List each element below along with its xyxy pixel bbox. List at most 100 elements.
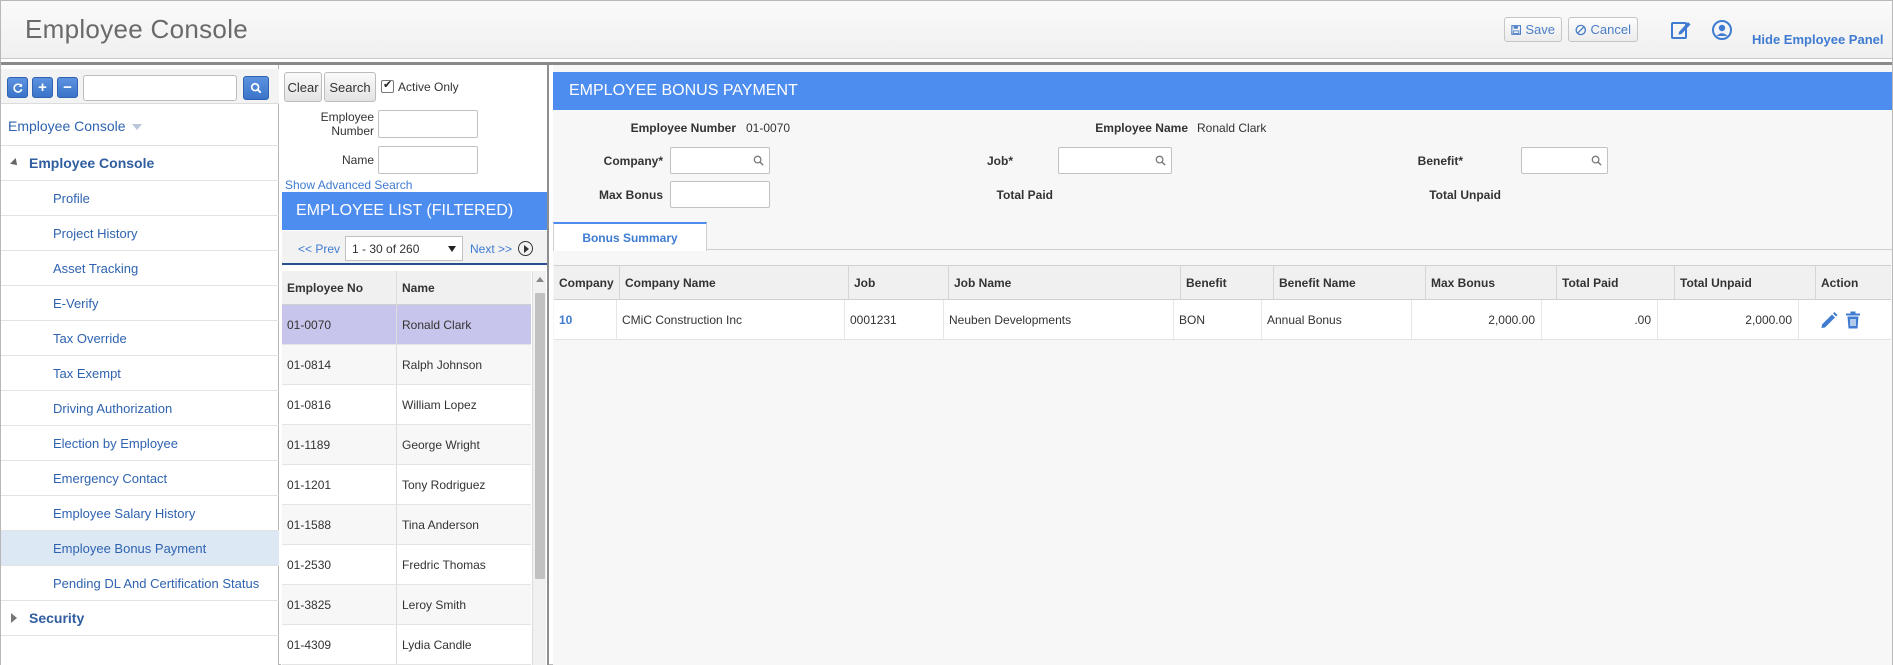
scroll-up-arrow-icon[interactable] [536, 277, 544, 282]
tree-item-employee-bonus-payment[interactable]: Employee Bonus Payment [1, 531, 279, 566]
cancel-button[interactable]: Cancel [1568, 17, 1638, 42]
expand-all-icon[interactable]: + [32, 77, 53, 98]
prev-page-link[interactable]: << Prev [298, 242, 340, 256]
tree-item-employee-salary-history[interactable]: Employee Salary History [1, 496, 279, 531]
refresh-icon[interactable] [7, 77, 28, 98]
name-input[interactable] [378, 146, 478, 174]
cancel-icon [1575, 24, 1587, 35]
company-cell[interactable]: 10 [554, 300, 617, 339]
benefit-name-cell: Annual Bonus [1262, 300, 1412, 339]
user-account-icon[interactable] [1710, 18, 1734, 42]
dropdown-arrow-icon [448, 246, 456, 252]
column-header-company[interactable]: Company [554, 266, 620, 299]
employee-table: Employee No Name 01-0070 Ronald Clark 01-… [282, 271, 531, 665]
column-header-name[interactable]: Name [397, 271, 531, 304]
tree-group-employee-console[interactable]: Employee Console [1, 146, 279, 181]
edit-icon[interactable] [1669, 18, 1693, 42]
employee-name-cell: George Wright [402, 437, 480, 452]
employee-no-cell: 01-0814 [282, 345, 397, 384]
table-row[interactable]: 10 CMiC Construction Inc 0001231 Neuben … [554, 300, 1891, 340]
page-range-value: 1 - 30 of 260 [352, 241, 420, 256]
column-header-max-bonus[interactable]: Max Bonus [1426, 266, 1557, 299]
search-icon[interactable] [753, 155, 764, 166]
table-row[interactable]: 01-0816 William Lopez [282, 385, 531, 425]
next-page-link[interactable]: Next >> [470, 242, 512, 256]
column-header-benefit[interactable]: Benefit [1181, 266, 1274, 299]
tree-item-label: Project History [53, 225, 138, 241]
navigation-panel: + − Employee Console Employee Console Pr… [1, 65, 279, 665]
tree-item-asset-tracking[interactable]: Asset Tracking [1, 251, 279, 286]
pencil-icon[interactable] [1819, 310, 1839, 330]
tree-toolbar: + − [1, 69, 279, 104]
table-row[interactable]: 01-2530 Fredric Thomas [282, 545, 531, 585]
column-header-benefit-name[interactable]: Benefit Name [1274, 266, 1426, 299]
tree-item-pending-dl-certification[interactable]: Pending DL And Certification Status [1, 566, 279, 601]
clear-button[interactable]: Clear [284, 72, 322, 102]
benefit-input[interactable] [1521, 147, 1608, 174]
search-icon[interactable] [1155, 155, 1166, 166]
tree-item-project-history[interactable]: Project History [1, 216, 279, 251]
save-button-label: Save [1525, 22, 1555, 37]
go-arrow-icon[interactable] [518, 241, 533, 256]
column-header-action: Action [1821, 275, 1859, 290]
save-button[interactable]: Save [1504, 17, 1562, 42]
table-row[interactable]: 01-4309 Lydia Candle [282, 625, 531, 665]
company-name-cell: CMiC Construction Inc [617, 300, 845, 339]
column-header-job[interactable]: Job [849, 266, 949, 299]
scrollbar-thumb[interactable] [535, 293, 545, 579]
column-header-job-name[interactable]: Job Name [949, 266, 1181, 299]
employee-list-scrollbar[interactable] [532, 271, 546, 665]
column-header-employee-no[interactable]: Employee No [282, 271, 397, 304]
search-icon[interactable] [1591, 155, 1602, 166]
tree-search-input[interactable] [83, 75, 237, 101]
tree-item-e-verify[interactable]: E-Verify [1, 286, 279, 321]
app-window: Employee Console Save Cancel Hide Employ… [0, 0, 1893, 665]
column-header-total-paid[interactable]: Total Paid [1557, 266, 1675, 299]
employee-number-input[interactable] [378, 110, 478, 138]
tree-item-label: Driving Authorization [53, 400, 173, 416]
show-advanced-search-link[interactable]: Show Advanced Search [285, 178, 412, 192]
page-range-select[interactable]: 1 - 30 of 260 [345, 236, 463, 261]
tree-item-emergency-contact[interactable]: Emergency Contact [1, 461, 279, 496]
table-row[interactable]: 01-1201 Tony Rodriguez [282, 465, 531, 505]
company-input[interactable] [670, 147, 770, 174]
employee-no-cell: 01-1201 [282, 465, 397, 504]
column-header-total-unpaid[interactable]: Total Unpaid [1675, 266, 1816, 299]
collapse-all-icon[interactable]: − [57, 77, 78, 98]
tree-item-driving-authorization[interactable]: Driving Authorization [1, 391, 279, 426]
tree-item-tax-override[interactable]: Tax Override [1, 321, 279, 356]
tree-item-profile[interactable]: Profile [1, 181, 279, 216]
tree-search-button[interactable] [243, 76, 269, 100]
tree-item-label: Tax Exempt [53, 365, 121, 381]
table-row[interactable]: 01-0814 Ralph Johnson [282, 345, 531, 385]
active-only-checkbox[interactable] [381, 78, 394, 93]
table-row[interactable]: 01-1588 Tina Anderson [282, 505, 531, 545]
tab-bonus-summary[interactable]: Bonus Summary [553, 222, 707, 251]
tree-item-tax-exempt[interactable]: Tax Exempt [1, 356, 279, 391]
search-button[interactable]: Search [324, 72, 376, 102]
employee-name-cell: Ralph Johnson [402, 357, 483, 372]
table-row[interactable]: 01-1189 George Wright [282, 425, 531, 465]
employee-no-cell: 01-1588 [282, 505, 397, 544]
table-row[interactable]: 01-3825 Leroy Smith [282, 585, 531, 625]
tree-group-security[interactable]: Security [1, 601, 279, 636]
column-header-company-name[interactable]: Company Name [620, 266, 849, 299]
name-label: Name [341, 153, 374, 167]
table-row[interactable]: 01-0070 Ronald Clark [282, 305, 531, 345]
employee-name-cell: William Lopez [402, 397, 477, 412]
hide-employee-panel-link[interactable]: Hide Employee Panel [1752, 32, 1884, 47]
job-input[interactable] [1058, 147, 1172, 174]
max-bonus-input[interactable] [670, 181, 770, 208]
employee-no-cell: 01-0816 [282, 385, 397, 424]
collapsed-caret-icon [11, 613, 17, 623]
save-icon [1511, 24, 1522, 35]
trash-icon[interactable] [1843, 310, 1863, 330]
employee-name-cell: Ronald Clark [402, 317, 472, 332]
row-actions [1799, 300, 1879, 339]
max-bonus-label: Max Bonus [598, 188, 663, 202]
tree-root-dropdown[interactable]: Employee Console [8, 118, 142, 134]
employee-name-label: Employee Name [1095, 121, 1188, 135]
tree-list: Employee Console Profile Project History… [1, 145, 279, 636]
tree-item-election-by-employee[interactable]: Election by Employee [1, 426, 279, 461]
page-title: Employee Console [25, 14, 249, 44]
